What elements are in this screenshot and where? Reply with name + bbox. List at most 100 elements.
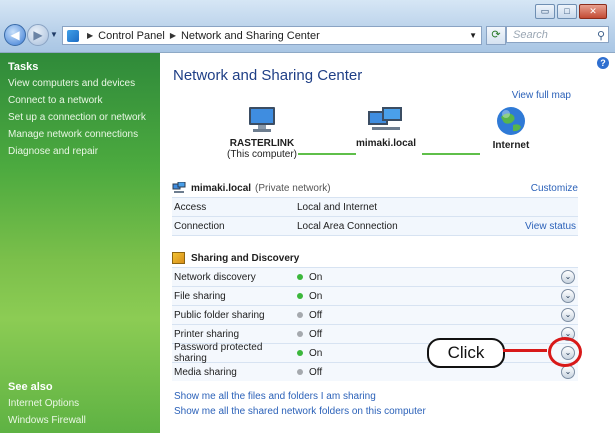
- search-placeholder: Search: [513, 29, 548, 41]
- status-dot-icon: [297, 274, 303, 280]
- connection-line: [298, 153, 356, 155]
- breadcrumb-network-sharing-center[interactable]: Network and Sharing Center: [181, 30, 320, 42]
- task-diagnose-repair[interactable]: Diagnose and repair: [0, 143, 160, 160]
- breadcrumb-control-panel[interactable]: Control Panel: [98, 30, 165, 42]
- recent-pages-dropdown[interactable]: ▼: [50, 30, 58, 39]
- sharing-setting-state: On: [297, 272, 561, 283]
- sharing-row: Printer sharing Off ⌄: [172, 324, 578, 343]
- network-name: mimaki.local: [355, 138, 417, 149]
- sharing-icon: [172, 252, 185, 264]
- highlight-ring: [548, 337, 582, 367]
- sharing-setting-name: Public folder sharing: [174, 309, 265, 321]
- expand-chevron-icon[interactable]: ⌄: [561, 365, 575, 379]
- sharing-setting-state: On: [297, 291, 561, 302]
- minimize-button[interactable]: ▭: [535, 4, 555, 19]
- forward-button[interactable]: ▶: [27, 24, 49, 46]
- sharing-row: Public folder sharing Off ⌄: [172, 305, 578, 324]
- expand-chevron-icon[interactable]: ⌄: [561, 308, 575, 322]
- expand-chevron-icon[interactable]: ⌄: [561, 289, 575, 303]
- search-icon[interactable]: ⚲: [597, 28, 605, 45]
- refresh-button[interactable]: ⟳: [486, 26, 506, 45]
- computer-icon: [249, 107, 275, 132]
- sharing-row: File sharing On ⌄: [172, 286, 578, 305]
- sharing-setting-state: Off: [297, 329, 561, 340]
- close-button[interactable]: ✕: [579, 4, 607, 19]
- title-bar: ▭ □ ✕ ◀ ▶ ▼ ▶ Control Panel ▶ Network an…: [0, 0, 615, 53]
- state-label: On: [309, 271, 323, 283]
- state-label: On: [309, 290, 323, 302]
- sharing-setting-name: Printer sharing: [174, 328, 240, 340]
- address-bar[interactable]: ▶ Control Panel ▶ Network and Sharing Ce…: [62, 26, 482, 45]
- control-panel-icon: [67, 29, 79, 42]
- status-dot-icon: [297, 312, 303, 318]
- state-label: On: [309, 347, 323, 359]
- customize-link[interactable]: Customize: [531, 183, 578, 194]
- expand-chevron-icon[interactable]: ⌄: [561, 270, 575, 284]
- state-label: Off: [309, 328, 323, 340]
- sharing-header: Sharing and Discovery: [172, 249, 578, 267]
- see-also-heading: See also: [8, 381, 53, 393]
- page-title: Network and Sharing Center: [173, 67, 363, 84]
- sharing-title: Sharing and Discovery: [191, 252, 300, 264]
- computer-name: RASTERLINK: [229, 138, 295, 149]
- sharing-setting-name: Network discovery: [174, 271, 256, 283]
- link-shared-network-folders[interactable]: Show me all the shared network folders o…: [174, 404, 426, 419]
- globe-icon: [497, 107, 525, 135]
- sharing-row: Password protected sharing On ⌄: [172, 342, 578, 364]
- see-also-section: See also Internet Options Windows Firewa…: [0, 373, 160, 429]
- status-dot-icon: [297, 331, 303, 337]
- sharing-setting-state: Off: [297, 310, 561, 321]
- network-row-access: Access Local and Internet: [172, 197, 578, 216]
- row-value: Local and Internet: [297, 201, 378, 213]
- click-callout: Click: [427, 338, 505, 368]
- sharing-setting-name: Password protected sharing: [174, 342, 263, 364]
- link-files-folders-sharing[interactable]: Show me all the files and folders I am s…: [174, 389, 426, 404]
- breadcrumb-separator-icon[interactable]: ▶: [170, 31, 176, 40]
- status-dot-icon: [297, 293, 303, 299]
- main-panel: ? Network and Sharing Center View full m…: [160, 53, 615, 433]
- state-label: Off: [309, 309, 323, 321]
- sharing-rows: Network discovery On ⌄ File sharing On ⌄ Publi…: [172, 267, 578, 381]
- connection-line: [422, 153, 480, 155]
- back-button[interactable]: ◀: [4, 24, 26, 46]
- task-connect-network[interactable]: Connect to a network: [0, 92, 160, 109]
- task-setup-connection[interactable]: Set up a connection or network: [0, 109, 160, 126]
- status-dot-icon: [297, 350, 303, 356]
- computer-node[interactable]: RASTERLINK (This computer): [222, 105, 302, 160]
- view-full-map-link[interactable]: View full map: [512, 90, 571, 101]
- help-icon[interactable]: ?: [597, 57, 609, 69]
- sharing-discovery: Sharing and Discovery Network discovery O…: [172, 249, 578, 381]
- internet-name: Internet: [492, 140, 530, 151]
- network-name-label: mimaki.local: [191, 182, 252, 194]
- address-dropdown-icon[interactable]: ▼: [469, 31, 477, 40]
- sharing-setting-name: Media sharing: [174, 366, 237, 378]
- network-icon: [368, 107, 402, 130]
- link-windows-firewall[interactable]: Windows Firewall: [0, 412, 160, 429]
- tasks-heading: Tasks: [8, 61, 39, 73]
- internet-node[interactable]: Internet: [476, 105, 546, 151]
- network-small-icon: [172, 182, 186, 193]
- network-row-connection: Connection Local Area Connection View st…: [172, 216, 578, 236]
- computer-subtitle: (This computer): [226, 149, 297, 160]
- row-key: Access: [174, 201, 207, 213]
- network-header: mimaki.local (Private network) Customize: [172, 179, 578, 197]
- task-manage-connections[interactable]: Manage network connections: [0, 126, 160, 143]
- maximize-button[interactable]: □: [557, 4, 577, 19]
- task-sidebar: Tasks View computers and devices Connect…: [0, 53, 160, 433]
- breadcrumb-separator-icon[interactable]: ▶: [87, 31, 93, 40]
- sharing-row: Network discovery On ⌄: [172, 267, 578, 286]
- network-node[interactable]: mimaki.local: [346, 105, 426, 149]
- sharing-setting-name: File sharing: [174, 290, 226, 302]
- row-value: Local Area Connection: [297, 220, 398, 232]
- callout-pointer-line: [503, 349, 547, 352]
- row-key: Connection: [174, 220, 225, 232]
- network-type-label: (Private network): [255, 182, 331, 194]
- search-input[interactable]: Search ⚲: [506, 26, 609, 43]
- status-dot-icon: [297, 369, 303, 375]
- bottom-links: Show me all the files and folders I am s…: [174, 389, 426, 419]
- sharing-row: Media sharing Off ⌄: [172, 362, 578, 381]
- link-internet-options[interactable]: Internet Options: [0, 395, 160, 412]
- network-details: mimaki.local (Private network) Customize…: [172, 179, 578, 236]
- view-status-link[interactable]: View status: [525, 221, 576, 232]
- task-view-computers[interactable]: View computers and devices: [0, 75, 160, 92]
